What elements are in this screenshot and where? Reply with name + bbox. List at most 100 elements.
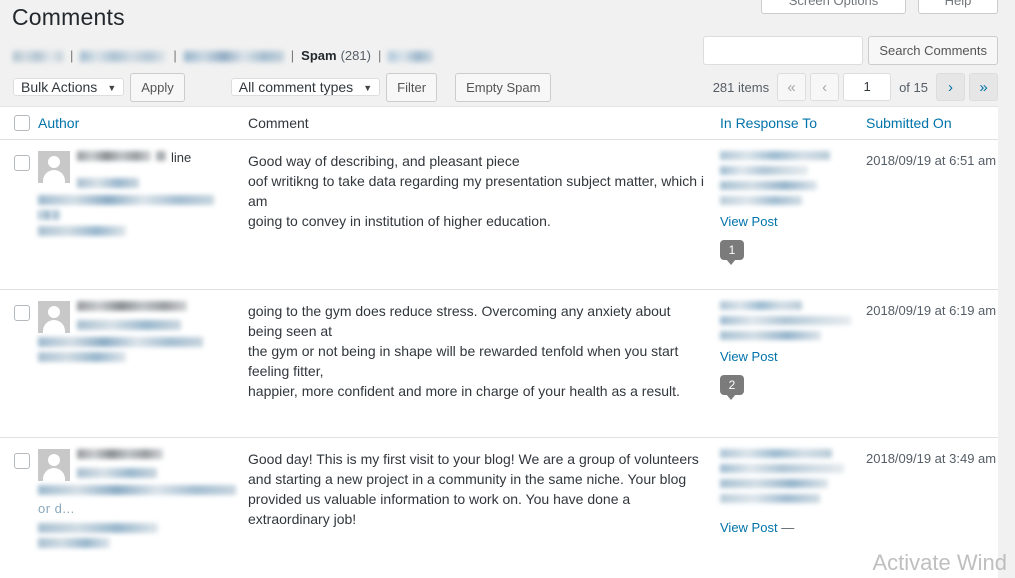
author-identity <box>38 449 248 483</box>
filter-link-approved-redacted[interactable] <box>183 50 284 62</box>
post-title-redacted-line-2[interactable] <box>720 464 844 473</box>
avatar-body-icon <box>43 170 65 183</box>
in-response-to-cell: View Post — <box>720 449 866 568</box>
post-title-redacted-line-1[interactable] <box>720 151 830 160</box>
table-row: or d... Good day! This is my first visit… <box>0 438 998 578</box>
filter-separator-2: | <box>173 48 177 63</box>
post-title-redacted-line-4[interactable] <box>720 494 820 503</box>
author-name-suffix: line <box>171 150 192 165</box>
post-title-redacted-line-2[interactable] <box>720 166 808 175</box>
top-button-group: Screen Options Help <box>761 0 998 14</box>
table-toolbar: Bulk Actions ▼ Apply All comment types ▼… <box>13 73 552 102</box>
view-post-link[interactable]: View Post <box>720 213 778 230</box>
post-title-redacted-line-2[interactable] <box>720 316 851 325</box>
current-page-input[interactable]: 1 <box>843 73 892 101</box>
comments-admin-page: Screen Options Help Comments | | | Spam … <box>0 0 1015 578</box>
post-title-redacted-line-3[interactable] <box>720 181 817 190</box>
filter-separator-3: | <box>290 48 295 63</box>
filter-link-trash-redacted[interactable] <box>388 50 434 62</box>
comment-count-bubble[interactable]: 1 <box>720 240 744 265</box>
avatar-head-icon <box>48 454 60 466</box>
help-button[interactable]: Help <box>918 0 998 14</box>
author-identity: line <box>38 151 248 193</box>
pagination: 281 items « ‹ 1 of 15 › » <box>713 73 998 101</box>
apply-button[interactable]: Apply <box>130 73 185 102</box>
row-checkbox[interactable] <box>14 155 30 171</box>
row-checkbox[interactable] <box>14 305 30 321</box>
page-title: Comments <box>12 4 125 30</box>
row-checkbox-cell[interactable] <box>0 449 38 568</box>
author-url-block: or d... <box>38 485 248 548</box>
author-name-redacted[interactable] <box>77 449 163 459</box>
author-name-redacted[interactable] <box>77 301 187 311</box>
row-checkbox-cell[interactable] <box>0 301 38 427</box>
filter-spam-count: (281) <box>340 48 371 63</box>
author-url-redacted-2[interactable] <box>38 210 60 220</box>
last-page-button[interactable]: » <box>969 73 998 101</box>
avatar-body-icon <box>43 468 65 481</box>
avatar <box>38 301 70 333</box>
author-cell: line <box>38 151 248 279</box>
in-response-to-cell: View Post 1 <box>720 151 866 279</box>
author-url-redacted[interactable] <box>38 337 203 347</box>
table-header-row: Author Comment In Response To Submitted … <box>0 107 998 140</box>
author-url-redacted[interactable] <box>38 485 236 495</box>
author-name-redacted[interactable] <box>77 151 151 161</box>
comment-types-select[interactable]: All comment types <box>230 78 381 96</box>
submitted-on-cell: 2018/09/19 at 6:19 am <box>866 303 997 318</box>
select-all-checkbox-cell[interactable] <box>0 115 38 131</box>
avatar-head-icon <box>48 306 60 318</box>
author-email-redacted[interactable] <box>77 468 157 478</box>
search-box: Search Comments <box>703 36 998 65</box>
column-header-author[interactable]: Author <box>38 115 248 131</box>
filter-link-spam[interactable]: Spam <box>301 47 336 65</box>
post-title-redacted-line-1[interactable] <box>720 449 832 458</box>
table-row: line Good way of describing, and pleasan… <box>0 140 998 290</box>
avatar <box>38 449 70 481</box>
bulk-actions-select[interactable]: Bulk Actions <box>13 78 125 96</box>
next-page-button[interactable]: › <box>936 73 965 101</box>
author-ip-redacted <box>38 523 158 533</box>
author-url-tail[interactable]: or d... <box>38 500 248 517</box>
column-header-submitted-on[interactable]: Submitted On <box>866 115 998 131</box>
first-page-button: « <box>777 73 807 101</box>
select-all-checkbox[interactable] <box>14 115 30 131</box>
comment-text-cell: Good day! This is my first visit to your… <box>248 451 699 527</box>
author-text-lines <box>77 449 248 483</box>
in-response-to-cell: View Post 2 <box>720 301 866 427</box>
submitted-on-cell: 2018/09/19 at 6:51 am <box>866 153 997 168</box>
post-title-redacted-line-1[interactable] <box>720 301 802 310</box>
previous-page-button: ‹ <box>810 73 840 101</box>
filter-button[interactable]: Filter <box>386 73 438 102</box>
search-comments-button[interactable]: Search Comments <box>868 36 998 65</box>
post-title-redacted-line-4[interactable] <box>720 196 802 205</box>
empty-spam-button[interactable]: Empty Spam <box>455 73 552 102</box>
author-url-redacted[interactable] <box>38 195 214 205</box>
comment-count-bubble[interactable]: 2 <box>720 375 744 400</box>
table-row: going to the gym does reduce stress. Ove… <box>0 290 998 438</box>
comment-text-cell: Good way of describing, and pleasant pie… <box>248 153 705 229</box>
post-title-redacted-line-3[interactable] <box>720 331 821 340</box>
filter-separator-4: | <box>377 48 382 63</box>
bulk-actions-wrap: Bulk Actions ▼ <box>13 74 125 101</box>
author-email-redacted[interactable] <box>77 178 139 188</box>
view-post-link[interactable]: View Post <box>720 519 778 536</box>
row-checkbox[interactable] <box>14 453 30 469</box>
avatar <box>38 151 70 183</box>
status-filter-links: | | | Spam (281) | <box>13 47 434 65</box>
author-email-redacted[interactable] <box>77 320 181 330</box>
submitted-on-cell: 2018/09/19 at 3:49 am <box>866 451 997 466</box>
author-name-redacted-2 <box>156 151 166 161</box>
search-input[interactable] <box>703 36 864 65</box>
avatar-body-icon <box>43 320 65 333</box>
post-title-redacted-line-3[interactable] <box>720 479 828 488</box>
author-identity <box>38 301 248 335</box>
filter-link-pending-redacted[interactable] <box>80 50 167 62</box>
row-checkbox-cell[interactable] <box>0 151 38 279</box>
column-header-in-response-to[interactable]: In Response To <box>720 115 866 131</box>
filter-link-all-redacted[interactable] <box>13 50 63 62</box>
column-header-comment: Comment <box>248 115 309 131</box>
view-post-link[interactable]: View Post <box>720 348 778 365</box>
total-pages-label: of 15 <box>899 79 928 95</box>
screen-options-button[interactable]: Screen Options <box>761 0 906 14</box>
